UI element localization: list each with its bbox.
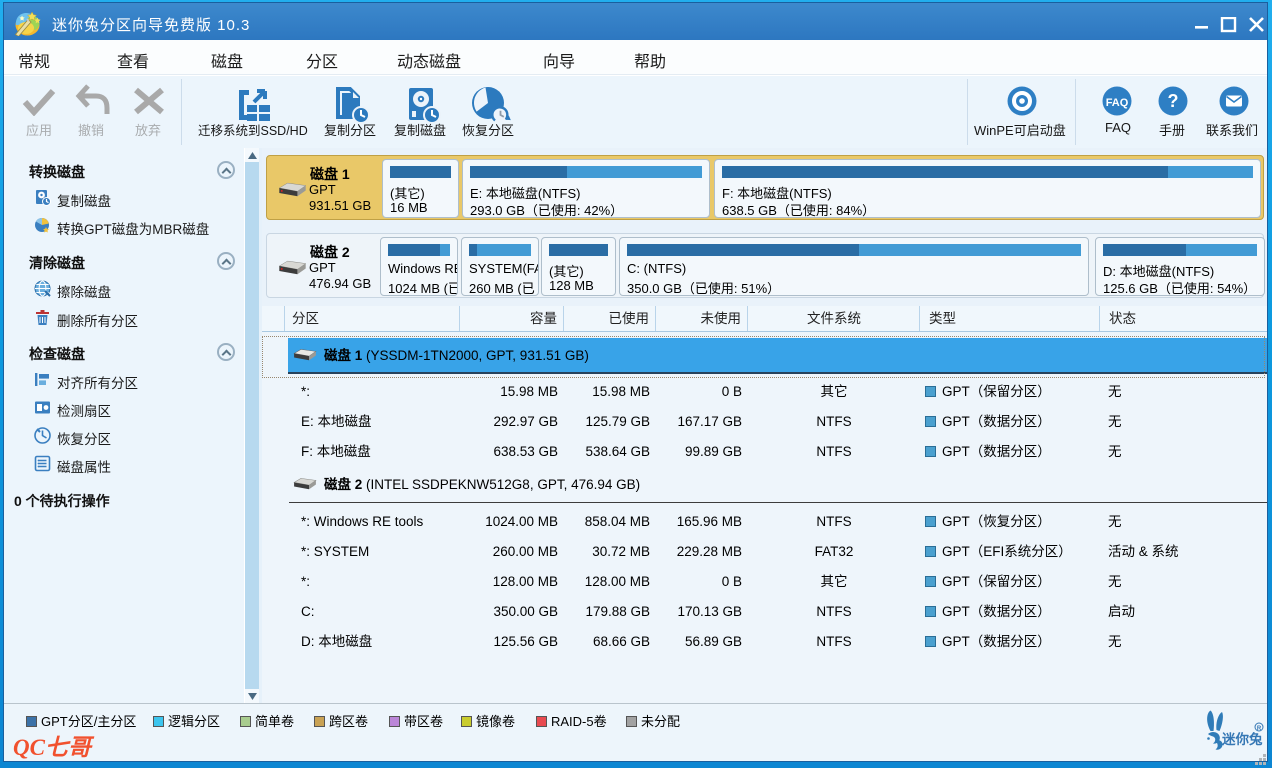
svg-text:?: ? (1168, 91, 1179, 111)
svg-text:FAQ: FAQ (1106, 97, 1129, 109)
svg-text:R: R (1257, 726, 1262, 732)
svg-text:迷你兔: 迷你兔 (1221, 731, 1263, 747)
